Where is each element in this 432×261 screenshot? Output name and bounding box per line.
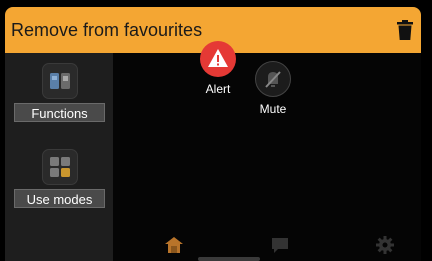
favourite-label: Mute — [259, 102, 287, 116]
functions-icon — [42, 63, 78, 99]
settings-icon[interactable] — [375, 235, 395, 255]
favourite-mute[interactable]: Mute — [243, 61, 303, 116]
sidebar-item-use-modes[interactable]: Use modes — [14, 149, 105, 209]
favourites-area: Alert Mute — [113, 41, 421, 261]
trash-icon[interactable] — [397, 20, 413, 40]
home-icon[interactable] — [164, 235, 184, 255]
favourite-alert[interactable]: Alert — [188, 41, 248, 96]
chat-icon[interactable] — [270, 235, 290, 255]
use-modes-icon — [42, 149, 78, 185]
mute-icon — [255, 61, 291, 97]
header-title: Remove from favourites — [11, 20, 203, 40]
sidebar-item-label: Functions — [14, 103, 105, 122]
alert-icon — [200, 41, 236, 77]
drawer-handle[interactable] — [198, 257, 260, 261]
sidebar-item-label: Use modes — [14, 189, 105, 208]
sidebar-item-functions[interactable]: Functions — [14, 63, 105, 123]
sidebar: Functions Use modes — [5, 53, 113, 261]
app-frame: Remove from favourites Functions Use mod… — [5, 7, 421, 261]
favourite-label: Alert — [205, 82, 231, 96]
